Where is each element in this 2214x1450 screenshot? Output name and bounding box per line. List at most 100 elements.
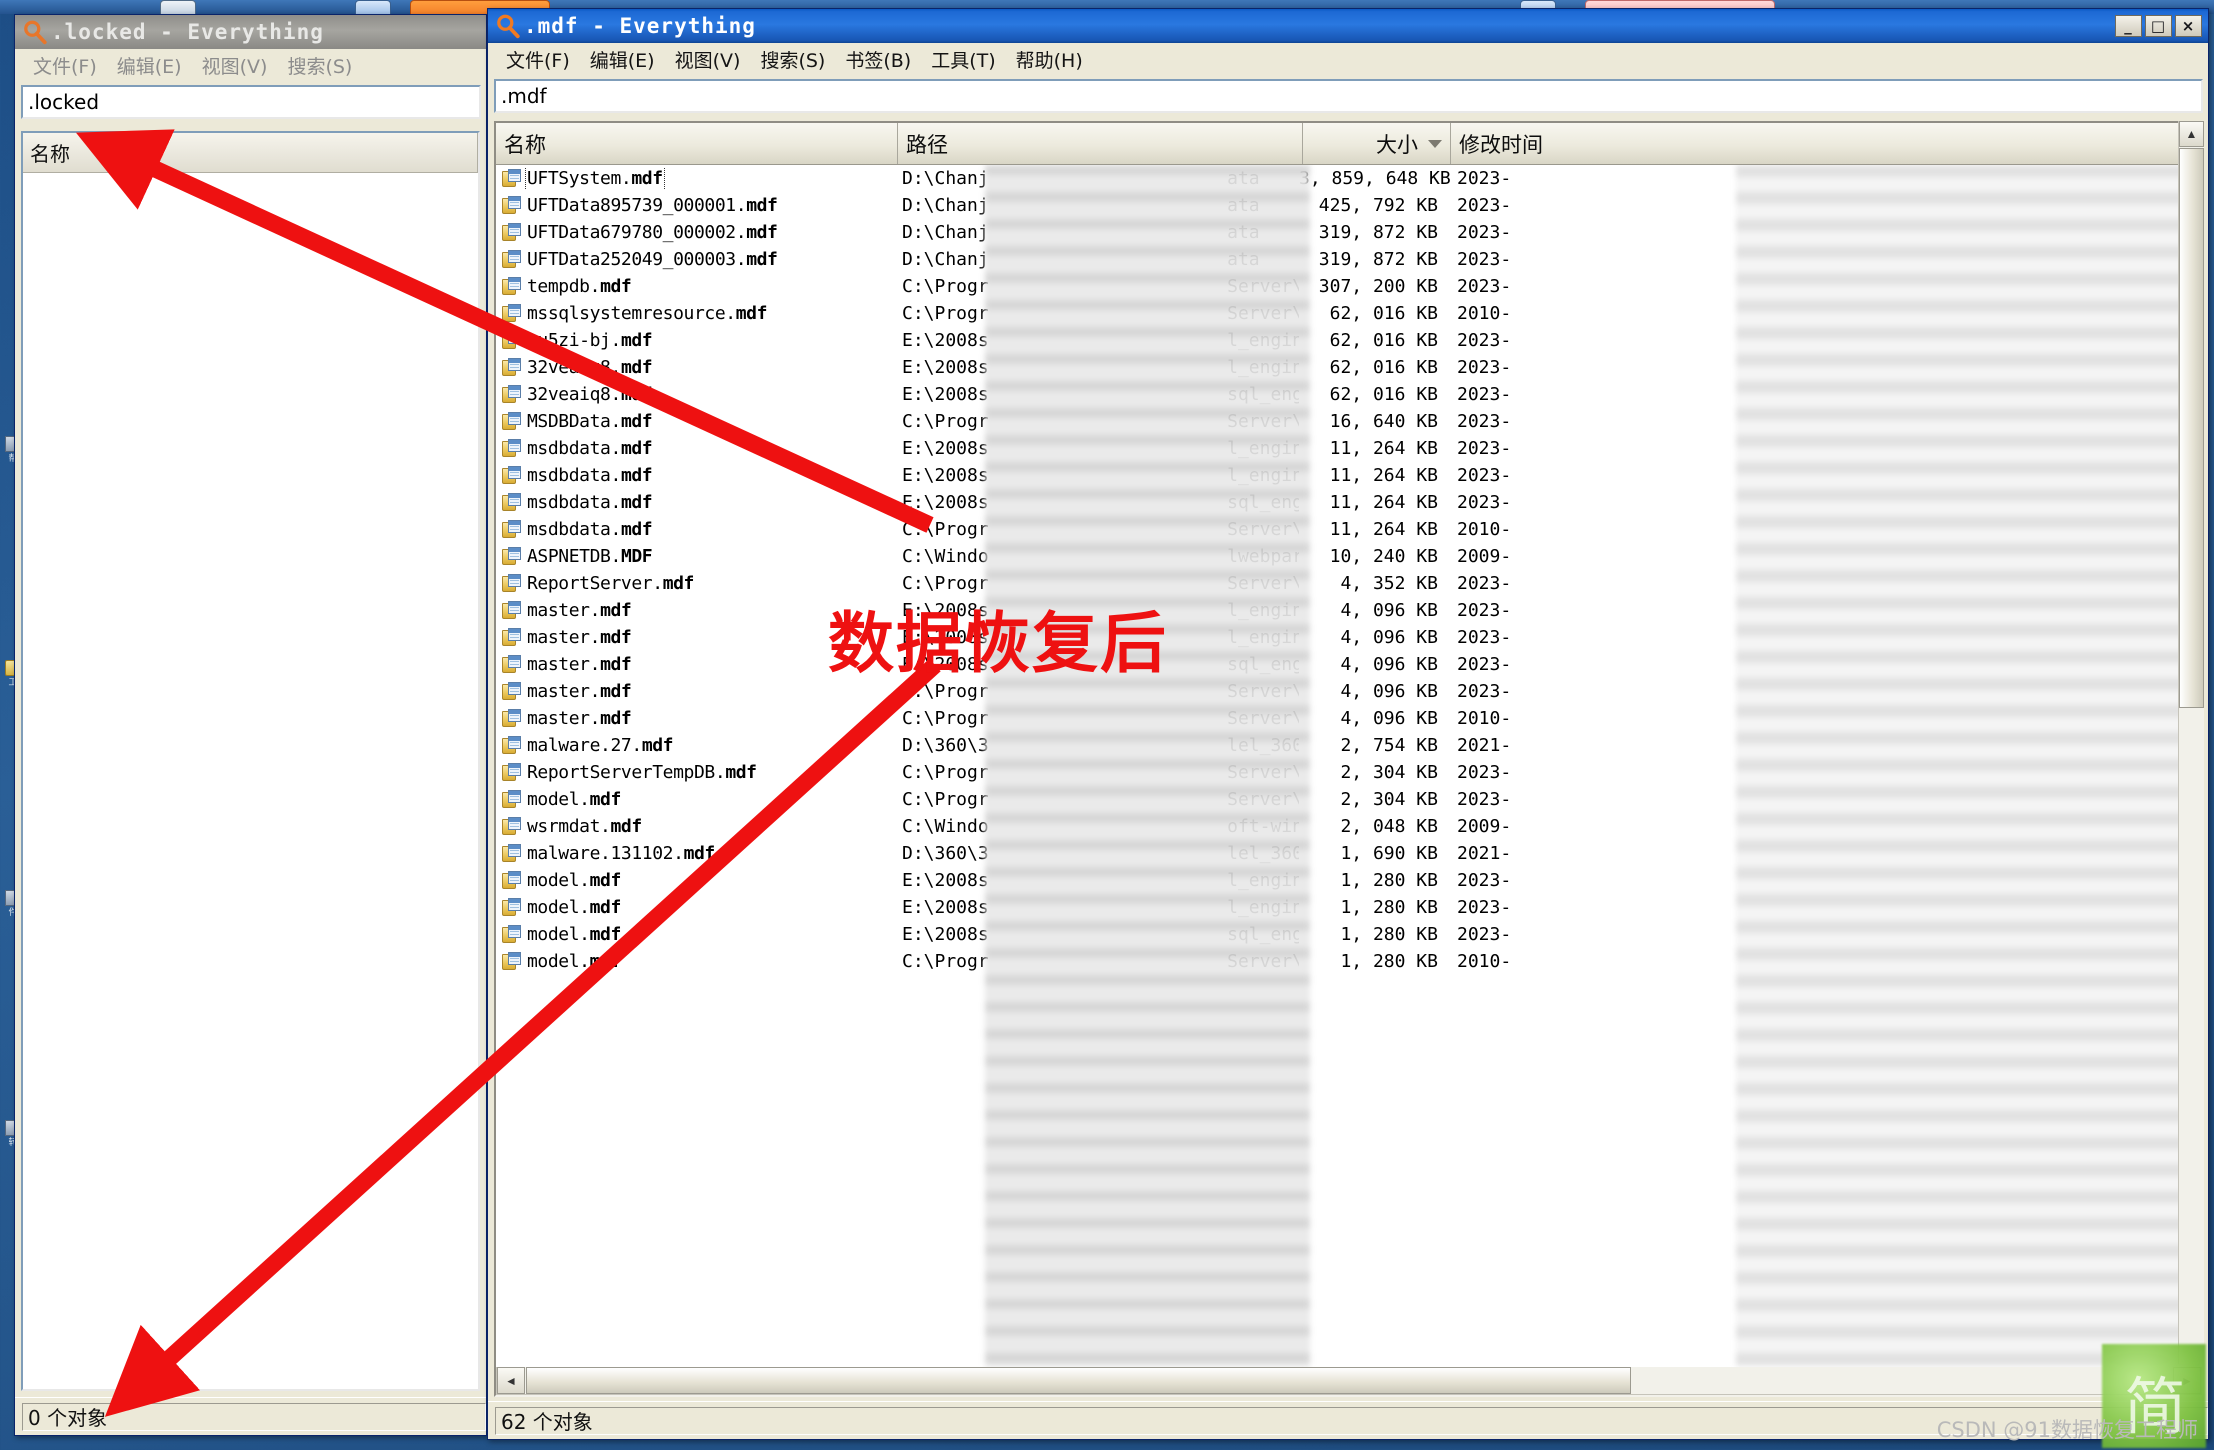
results-row-list[interactable]: UFTSystem.mdf D:\Chanj ata 3, 859, 648 KB 2… — [496, 165, 2202, 1367]
search-input-mdf[interactable]: .mdf — [494, 79, 2203, 113]
database-file-icon — [502, 925, 522, 944]
table-row[interactable]: msdbdata.mdf E:\2008s l_engin... 11, 264 K… — [496, 462, 2202, 489]
search-input-locked[interactable]: .locked — [21, 85, 481, 119]
table-row[interactable]: model.mdf C:\Progr Server\... 2, 304 KB 202… — [496, 786, 2202, 813]
cell-path-tail: lel_360nb — [1227, 735, 1299, 756]
table-row[interactable]: master.mdf C:\Progr Server\... 4, 096 KB 20… — [496, 705, 2202, 732]
table-row[interactable]: tempdb.mdf C:\Progr Server\... 307, 200 KB… — [496, 273, 2202, 300]
table-row[interactable]: master.mdf E:\2008s l_engin... 4, 096 KB 20… — [496, 597, 2202, 624]
results-pane-locked[interactable]: 名称 — [21, 131, 480, 1391]
table-row[interactable]: malware.131102.mdf D:\360\3 lel_360nb 1, 6… — [496, 840, 2202, 867]
cell-name-text: malware.27.mdf — [527, 735, 674, 756]
menubar-mdf[interactable]: 文件(F) 编辑(E) 视图(V) 搜索(S) 书签(B) 工具(T) 帮助(H… — [488, 43, 2208, 75]
cell-path: D:\360\3 lel_360nb — [894, 843, 1299, 864]
table-row[interactable]: msdbdata.mdf E:\2008s l_engin... 11, 264 K… — [496, 435, 2202, 462]
cell-path-head: E:\2008s — [902, 438, 989, 459]
hscroll-thumb[interactable] — [526, 1367, 1631, 1394]
column-header-path[interactable]: 路径 — [898, 123, 1303, 164]
table-row[interactable]: master.mdf E:\2008s l_engin... 4, 096 KB 20… — [496, 624, 2202, 651]
database-file-icon — [502, 412, 522, 431]
cell-name: UFTSystem.mdf — [496, 168, 894, 189]
cell-path-spacer — [989, 951, 1227, 972]
cell-path-head: C:\Progr — [902, 573, 989, 594]
table-row[interactable]: ReportServer.mdf C:\Progr Server\... 4, 35… — [496, 570, 2202, 597]
column-header-name-locked[interactable]: 名称 — [23, 133, 478, 172]
cell-name: ku5zi-bj.mdf — [496, 330, 894, 351]
menu-search[interactable]: 搜索(S) — [277, 52, 362, 79]
table-row[interactable]: ASPNETDB.MDF C:\Windo lwebpar... 10, 240 K… — [496, 543, 2202, 570]
menu-file[interactable]: 文件(F) — [23, 52, 107, 79]
column-header-name[interactable]: 名称 — [496, 123, 898, 164]
close-button[interactable]: × — [2175, 15, 2202, 37]
cell-path-head: E:\2008s — [902, 870, 989, 891]
cell-path-tail: Server\... — [1227, 681, 1299, 702]
menu-view[interactable]: 视图(V) — [665, 46, 751, 73]
cell-name-text: UFTData252049_000003.mdf — [527, 249, 778, 270]
vertical-scrollbar[interactable]: ▲ — [2178, 121, 2204, 1364]
table-row[interactable]: wsrmdat.mdf C:\Windo oft-wind... 2, 048 KB… — [496, 813, 2202, 840]
scroll-up-arrow-icon[interactable]: ▲ — [2179, 121, 2204, 147]
table-row[interactable]: msdbdata.mdf C:\Progr Server\... 11, 264 K… — [496, 516, 2202, 543]
minimize-button[interactable]: _ — [2115, 15, 2142, 37]
cell-path-spacer — [989, 249, 1227, 270]
cell-date-modified: 2009- — [1457, 546, 1512, 567]
cell-path-head: C:\Progr — [902, 519, 989, 540]
table-row[interactable]: model.mdf E:\2008s sql_engi... 1, 280 KB 20… — [496, 921, 2202, 948]
table-row[interactable]: UFTData252049_000003.mdf D:\Chanj ata 319,… — [496, 246, 2202, 273]
cell-path-spacer — [989, 870, 1227, 891]
table-row[interactable]: 32veaiq8.mdf E:\2008s l_engin... 62, 016 K… — [496, 354, 2202, 381]
table-row[interactable]: UFTSystem.mdf D:\Chanj ata 3, 859, 648 KB 2… — [496, 165, 2202, 192]
menu-help[interactable]: 帮助(H) — [1006, 46, 1093, 73]
column-header-date-modified[interactable]: 修改时间 — [1451, 123, 2202, 164]
table-row[interactable]: mssqlsystemresource.mdf C:\Progr Server\.… — [496, 300, 2202, 327]
cell-path-tail: Server\... — [1227, 573, 1299, 594]
menu-edit[interactable]: 编辑(E) — [107, 52, 192, 79]
table-row[interactable]: MSDBData.mdf C:\Progr Server\... 16, 640 K… — [496, 408, 2202, 435]
cell-date-modified: 2023- — [1457, 330, 1512, 351]
maximize-button[interactable]: □ — [2145, 15, 2172, 37]
table-row[interactable]: model.mdf C:\Progr Server\... 1, 280 KB 201… — [496, 948, 2202, 975]
database-file-icon — [502, 250, 522, 269]
menu-tools[interactable]: 工具(T) — [921, 46, 1005, 73]
horizontal-scrollbar[interactable]: ◄ ► — [496, 1367, 2202, 1395]
cell-path: C:\Progr Server\... — [894, 303, 1299, 324]
vscroll-thumb[interactable] — [2179, 148, 2204, 708]
cell-date-modified: 2023- — [1457, 438, 1512, 459]
menu-edit[interactable]: 编辑(E) — [580, 46, 665, 73]
menu-file[interactable]: 文件(F) — [496, 46, 580, 73]
cell-name: msdbdata.mdf — [496, 519, 894, 540]
results-grid[interactable]: 名称 路径 大小 修改时间 UFTSystem.mdf D:\Chanj ata 3… — [494, 121, 2204, 1397]
everything-window-mdf[interactable]: .mdf - Everything _ □ × 文件(F) 编辑(E) 视图(V… — [487, 8, 2209, 1440]
table-row[interactable]: msdbdata.mdf E:\2008s sql_engi... 11, 264 … — [496, 489, 2202, 516]
titlebar-mdf[interactable]: .mdf - Everything _ □ × — [488, 9, 2208, 43]
titlebar-locked[interactable]: .locked - Everything — [15, 15, 486, 49]
cell-path-tail: l_engin... — [1227, 870, 1299, 891]
cell-date-modified: 2023- — [1457, 789, 1512, 810]
menu-view[interactable]: 视图(V) — [192, 52, 278, 79]
table-row[interactable]: master.mdf E:\2008s sql_engi... 4, 096 KB 2… — [496, 651, 2202, 678]
everything-window-locked[interactable]: .locked - Everything 文件(F) 编辑(E) 视图(V) 搜… — [14, 14, 487, 1436]
column-header-size[interactable]: 大小 — [1303, 123, 1451, 164]
cell-name: MSDBData.mdf — [496, 411, 894, 432]
cell-date-modified: 2023- — [1457, 924, 1512, 945]
hscroll-track[interactable] — [1632, 1367, 2173, 1394]
table-row[interactable]: ReportServerTempDB.mdf C:\Progr Server\..… — [496, 759, 2202, 786]
cell-path-head: C:\Progr — [902, 708, 989, 729]
table-row[interactable]: ku5zi-bj.mdf E:\2008s l_engin... 62, 016 K… — [496, 327, 2202, 354]
table-row[interactable]: UFTData679780_000002.mdf D:\Chanj ata 319,… — [496, 219, 2202, 246]
table-row[interactable]: model.mdf E:\2008s l_engin... 1, 280 KB 202… — [496, 894, 2202, 921]
menubar-locked[interactable]: 文件(F) 编辑(E) 视图(V) 搜索(S) — [15, 49, 486, 81]
cell-date-modified: 2023- — [1457, 897, 1512, 918]
table-row[interactable]: 32veaiq8.mdf E:\2008s sql_engi... 62, 016 … — [496, 381, 2202, 408]
table-row[interactable]: model.mdf E:\2008s l_engin... 1, 280 KB 202… — [496, 867, 2202, 894]
table-row[interactable]: UFTData895739_000001.mdf D:\Chanj ata 425,… — [496, 192, 2202, 219]
cell-name-text: 32veaiq8.mdf — [527, 384, 653, 405]
cell-size: 62, 016 KB — [1329, 357, 1438, 378]
table-row[interactable]: malware.27.mdf D:\360\3 lel_360nb 2, 754 K… — [496, 732, 2202, 759]
column-header-row: 名称 路径 大小 修改时间 — [496, 123, 2202, 165]
table-row[interactable]: master.mdf C:\Progr Server\... 4, 096 KB 20… — [496, 678, 2202, 705]
cell-path-head: E:\2008s — [902, 654, 989, 675]
menu-bookmarks[interactable]: 书签(B) — [835, 46, 921, 73]
menu-search[interactable]: 搜索(S) — [750, 46, 835, 73]
scroll-left-arrow-icon[interactable]: ◄ — [497, 1367, 525, 1394]
